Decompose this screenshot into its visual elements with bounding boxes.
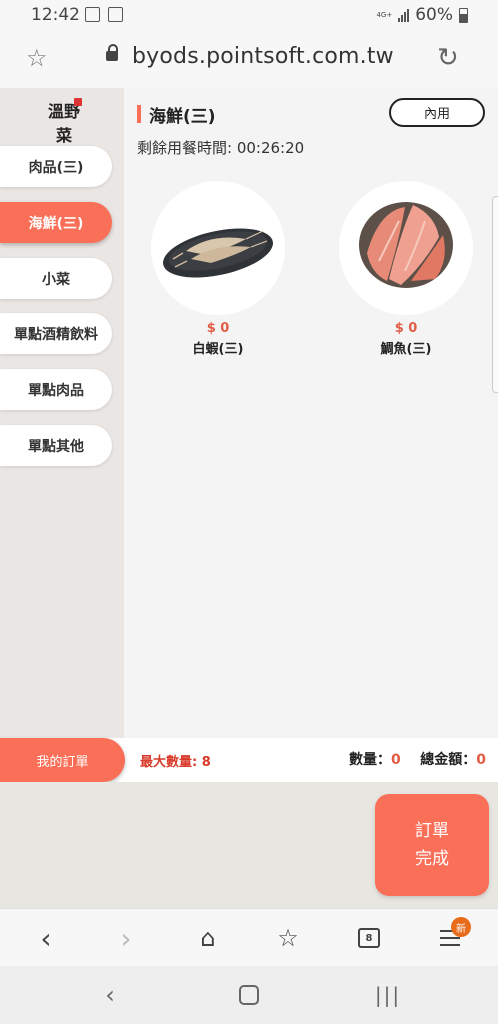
system-navigation-bar: ‹ ||| (0, 966, 498, 1024)
section-accent-bar (137, 105, 141, 123)
category-a-la-carte-meat[interactable]: 單點肉品 (0, 369, 112, 410)
order-complete-button[interactable]: 訂單 完成 (375, 794, 489, 896)
quantity-total-summary: 數量：0 總金額：0 (349, 749, 486, 769)
system-back-icon[interactable]: ‹ (90, 980, 130, 1010)
network-icon: 4G+ (376, 10, 393, 19)
product-card-shrimp[interactable]: $ 0 白蝦(三) (151, 181, 285, 357)
new-badge: 新 (451, 917, 471, 937)
order-summary-bar: 我的訂單 最大數量: 8 數量：0 總金額：0 (0, 738, 498, 782)
my-order-button[interactable]: 我的訂單 (0, 738, 125, 782)
quantity-label: 數量： (349, 752, 391, 768)
total-label: 總金額： (420, 752, 477, 768)
category-side-dishes[interactable]: 小菜 (0, 258, 112, 299)
bookmark-star-icon[interactable]: ☆ (26, 44, 48, 72)
url-text[interactable]: byods.pointsoft.com.tw (132, 44, 394, 69)
bookmarks-icon[interactable]: ☆ (268, 919, 308, 957)
product-name: 白蝦(三) (192, 342, 244, 357)
category-meat[interactable]: 肉品(三) (0, 146, 112, 187)
scrollbar[interactable] (492, 196, 498, 393)
category-sidebar: 溫野菜 肉品(三) 海鮮(三) 小菜 單點酒精飲料 單點肉品 單點其他 (0, 88, 124, 738)
status-right: 4G+ 60% (376, 5, 468, 25)
total-value: 0 (476, 752, 486, 768)
restaurant-logo: 溫野菜 (42, 98, 86, 145)
home-icon[interactable]: ⌂ (188, 919, 228, 957)
product-panel: 海鮮(三) 內用 剩餘用餐時間: 00:26:20 $ 0 白蝦(三) $ 0 … (124, 88, 498, 738)
browser-toolbar: ‹ › ⌂ ☆ 8 新 (0, 908, 498, 967)
product-price: $ 0 (394, 321, 418, 336)
section-title: 海鮮(三) (149, 107, 216, 127)
product-price: $ 0 (206, 321, 230, 336)
system-recents-icon[interactable]: ||| (368, 980, 408, 1010)
category-alcohol-drinks[interactable]: 單點酒精飲料 (0, 313, 112, 354)
gallery-notification-icon (85, 7, 100, 22)
reload-icon[interactable]: ↻ (437, 43, 459, 73)
logo-stamp (74, 98, 82, 106)
status-bar: 12:42 4G+ 60% (0, 0, 498, 30)
product-card-sea-bream[interactable]: $ 0 鯛魚(三) (339, 181, 473, 357)
category-seafood[interactable]: 海鮮(三) (0, 202, 112, 243)
battery-percent: 60% (415, 5, 453, 25)
quantity-value: 0 (391, 752, 401, 768)
order-complete-line1: 訂單 (415, 821, 449, 841)
bottom-area: 訂單 完成 (0, 782, 498, 908)
max-quantity: 最大數量: 8 (140, 755, 211, 770)
time-remaining: 剩餘用餐時間: 00:26:20 (137, 139, 305, 157)
order-complete-line2: 完成 (415, 849, 449, 869)
dine-in-button[interactable]: 內用 (389, 98, 485, 127)
product-name: 鯛魚(三) (380, 342, 432, 357)
status-time: 12:42 (31, 5, 80, 25)
tabs-count: 8 (358, 928, 380, 948)
system-home-icon[interactable] (229, 980, 269, 1010)
battery-icon (459, 7, 468, 23)
forward-icon[interactable]: › (106, 919, 146, 957)
category-a-la-carte-other[interactable]: 單點其他 (0, 425, 112, 466)
lock-icon (106, 44, 118, 61)
signal-icon (398, 8, 410, 22)
app-notification-icon (108, 7, 123, 22)
back-icon[interactable]: ‹ (26, 919, 66, 957)
sea-bream-image[interactable] (339, 181, 473, 315)
tabs-button[interactable]: 8 (349, 919, 389, 957)
browser-url-bar: ☆ byods.pointsoft.com.tw ↻ (0, 30, 498, 89)
white-shrimp-image[interactable] (151, 181, 285, 315)
